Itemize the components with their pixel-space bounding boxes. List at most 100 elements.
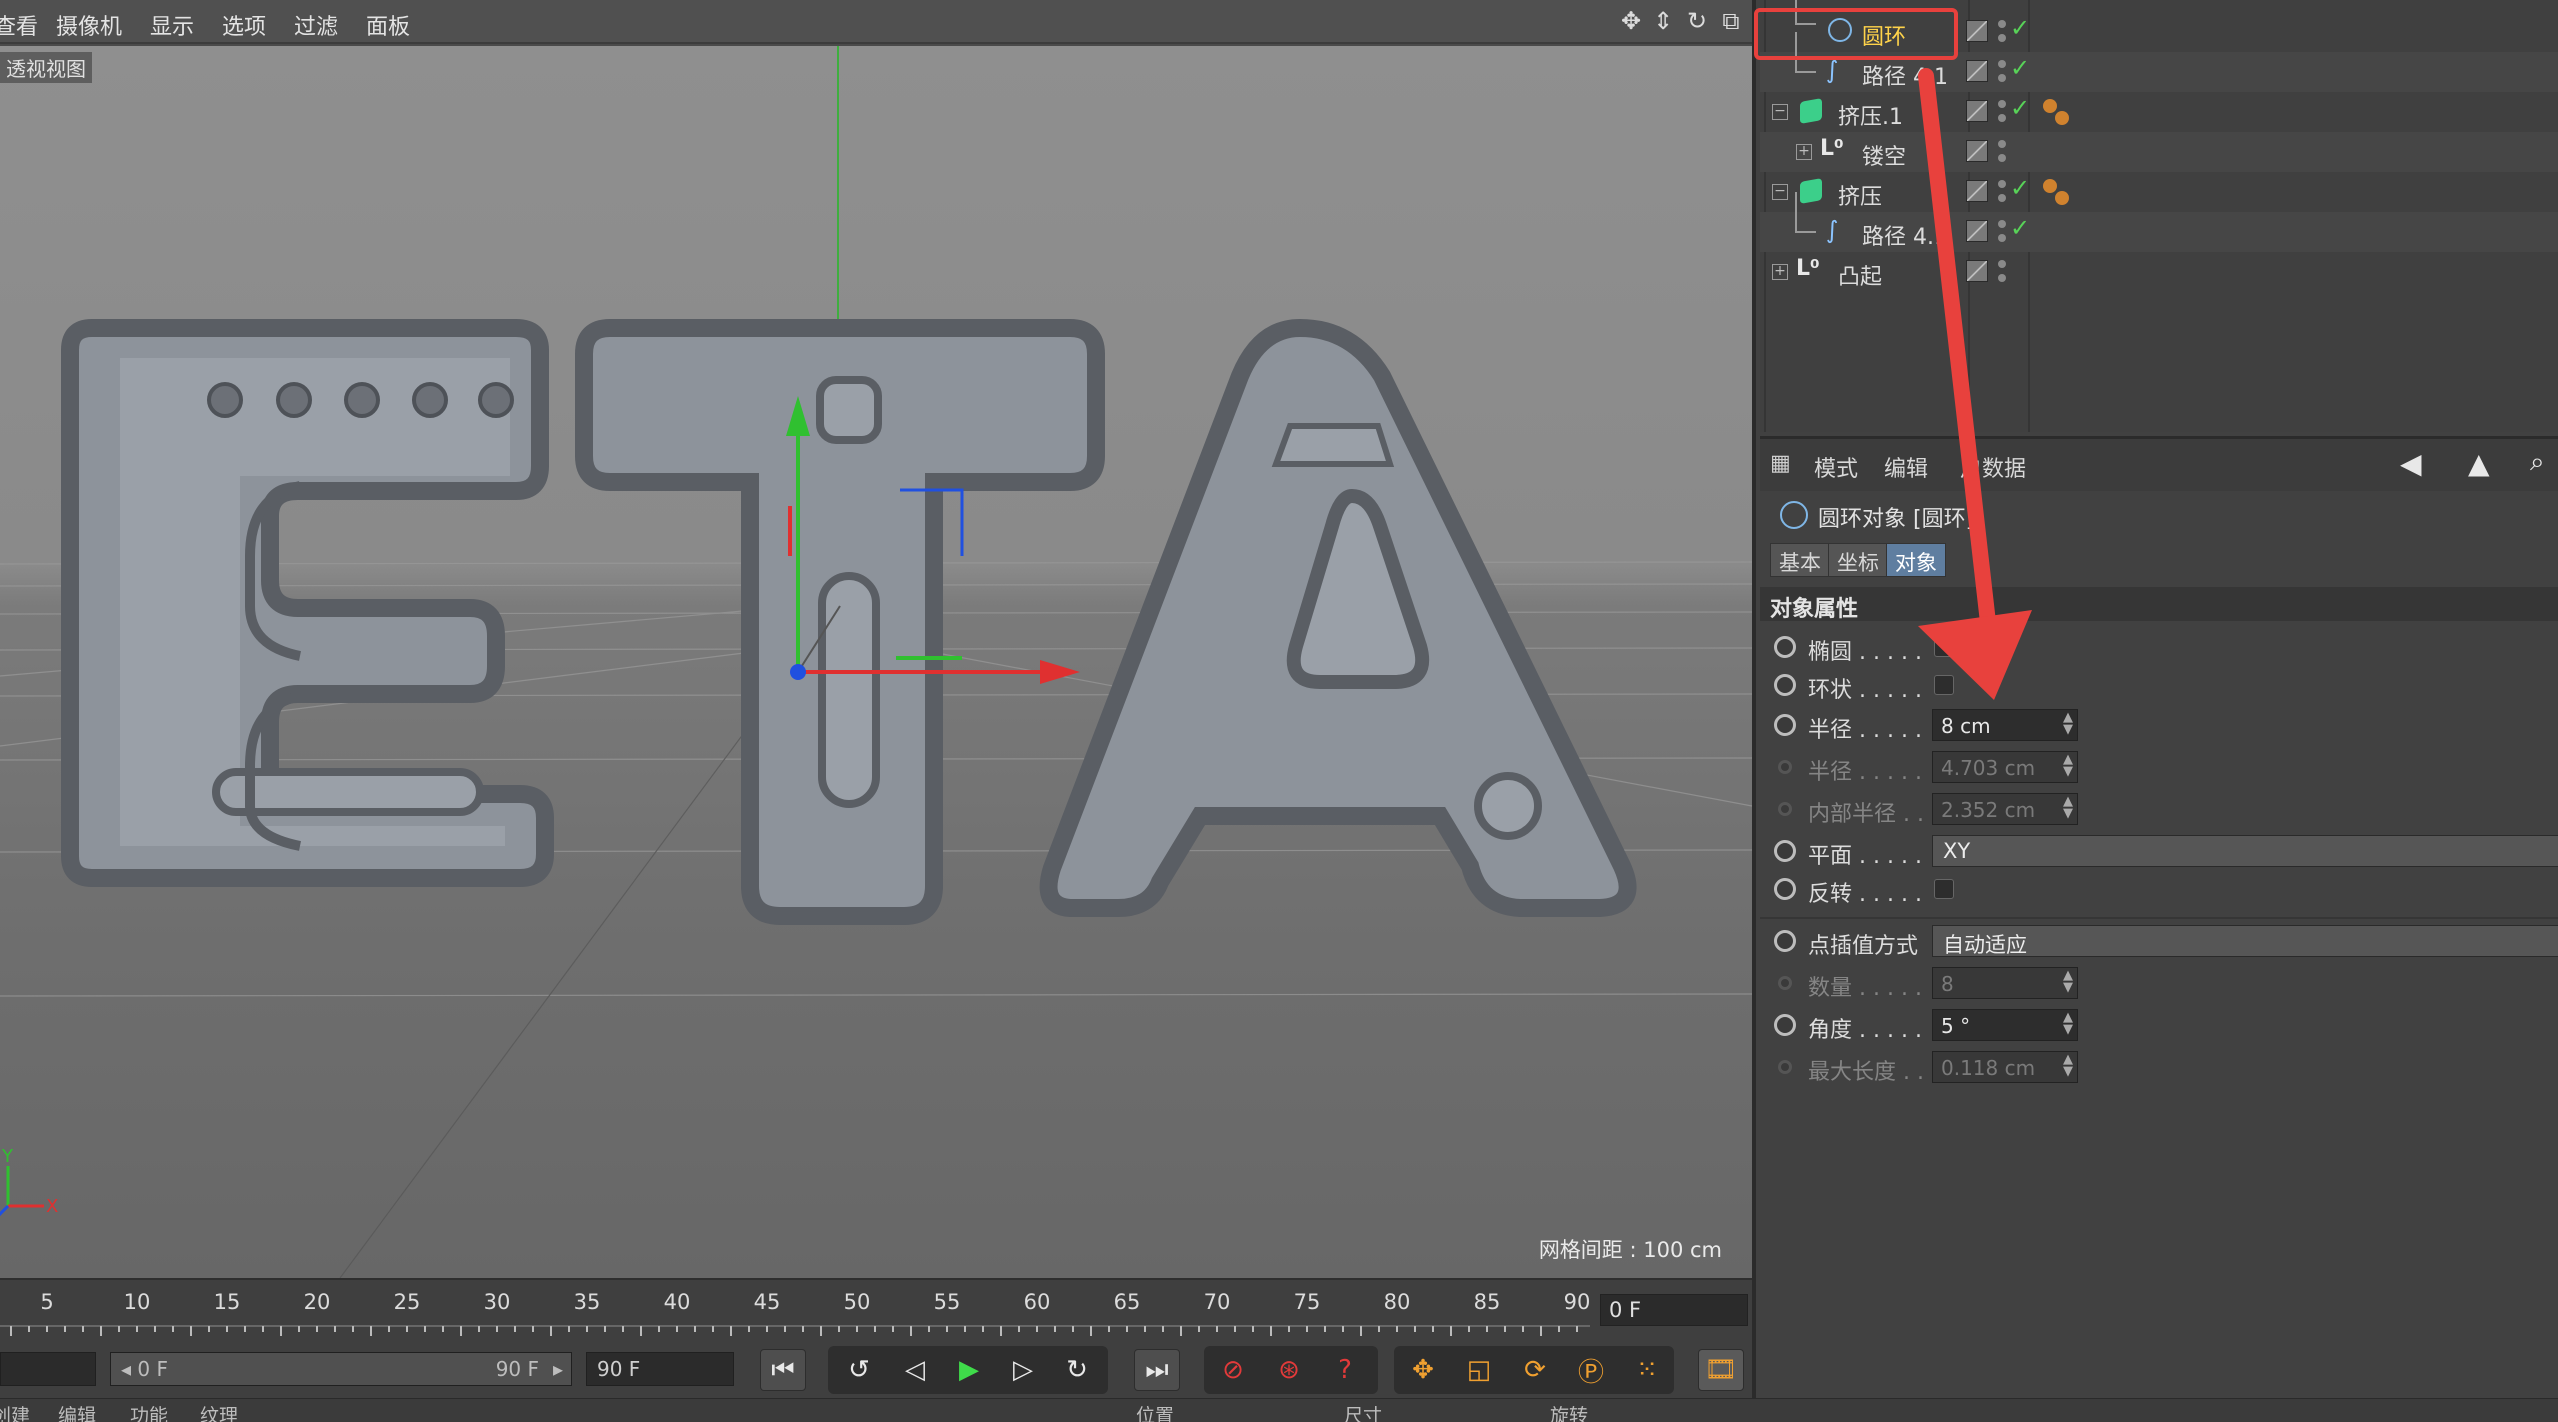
render-visibility-dot[interactable] — [1998, 114, 2006, 122]
object-name[interactable]: 挤压 — [1838, 179, 1882, 211]
animate-radio[interactable] — [1774, 674, 1796, 696]
prev-key-button[interactable]: ↺ — [836, 1349, 882, 1391]
dolly-view-icon[interactable]: ⇕ — [1650, 8, 1676, 34]
animate-radio[interactable] — [1774, 1014, 1796, 1036]
object-row-extrude[interactable]: − 挤压 ✓ — [1760, 172, 2558, 212]
bottom-menu-function[interactable]: 功能 — [130, 1401, 168, 1422]
expand-toggle-icon[interactable]: − — [1772, 184, 1788, 200]
menu-camera[interactable]: 摄像机 — [56, 9, 122, 41]
viewport-3d[interactable]: Y X 透视视图 网格间距 : 100 cm — [0, 46, 1752, 1278]
enabled-check-icon[interactable]: ✓ — [2010, 214, 2030, 242]
key-rotation-icon[interactable]: ⟳ — [1512, 1349, 1558, 1391]
editor-visibility-dot[interactable] — [1998, 60, 2006, 68]
object-row-hollow[interactable]: + L⁰ 镂空 — [1760, 132, 2558, 172]
bottom-menu-texture[interactable]: 纹理 — [200, 1401, 238, 1422]
current-frame-field[interactable]: 0 F — [1600, 1294, 1748, 1326]
prev-frame-button[interactable]: ◁ — [892, 1349, 938, 1391]
enabled-check-icon[interactable]: ✓ — [2010, 94, 2030, 122]
object-name[interactable]: 凸起 — [1838, 259, 1882, 291]
render-visibility-dot[interactable] — [1998, 194, 2006, 202]
bottom-menu-edit[interactable]: 编辑 — [58, 1401, 96, 1422]
next-key-button[interactable]: ↻ — [1054, 1349, 1100, 1391]
search-icon[interactable]: ⌕ — [2530, 447, 2545, 478]
end-frame-field[interactable]: 90 F — [586, 1352, 734, 1386]
menu-view[interactable]: 查看 — [0, 9, 38, 41]
render-visibility-dot[interactable] — [1998, 154, 2006, 162]
spinner-icon[interactable]: ▲ ▼ — [2063, 1011, 2073, 1036]
timeline[interactable]: 5 10 15 20 25 30 35 40 45 50 55 60 65 70… — [0, 1278, 1752, 1342]
tab-object[interactable]: 对象 — [1886, 543, 1946, 577]
layer-icon[interactable] — [1966, 60, 1988, 82]
tab-basic[interactable]: 基本 — [1770, 543, 1830, 577]
layer-icon[interactable] — [1966, 220, 1988, 242]
material-tag-icon[interactable] — [2040, 96, 2080, 128]
attr-menu-userdata[interactable]: 用户数据 — [1960, 451, 2026, 483]
menu-options[interactable]: 选项 — [222, 9, 266, 41]
go-to-end-button[interactable]: ⏭ — [1134, 1349, 1180, 1391]
enabled-check-icon[interactable]: ✓ — [2010, 54, 2030, 82]
enabled-check-icon[interactable]: ✓ — [2010, 14, 2030, 42]
go-to-start-button[interactable]: ⏮ — [760, 1349, 806, 1391]
layer-icon[interactable] — [1966, 180, 1988, 202]
expand-toggle-icon[interactable]: + — [1796, 144, 1812, 160]
spinner-icon[interactable]: ▲ ▼ — [2063, 711, 2073, 736]
expand-toggle-icon[interactable]: − — [1772, 104, 1788, 120]
layer-icon[interactable] — [1966, 100, 1988, 122]
key-position-icon[interactable]: ✥ — [1400, 1349, 1446, 1391]
key-scale-icon[interactable]: ◱ — [1456, 1349, 1502, 1391]
attr-menu-mode[interactable]: 模式 — [1814, 451, 1858, 483]
object-name[interactable]: 挤压.1 — [1838, 99, 1903, 131]
menu-filter[interactable]: 过滤 — [294, 9, 338, 41]
render-visibility-dot[interactable] — [1998, 34, 2006, 42]
reverse-checkbox[interactable] — [1934, 879, 1954, 899]
back-arrow-icon[interactable]: ◀ — [2400, 447, 2422, 480]
attr-menu-edit[interactable]: 编辑 — [1884, 451, 1928, 483]
radius-input[interactable]: 8 cm ▲ ▼ — [1932, 709, 2078, 741]
layer-icon[interactable] — [1966, 260, 1988, 282]
move-view-icon[interactable]: ✥ — [1618, 8, 1644, 34]
editor-visibility-dot[interactable] — [1998, 260, 2006, 268]
animate-radio[interactable] — [1774, 840, 1796, 862]
frame-range-slider[interactable]: ◂ 0 F 90 F ▸ — [110, 1352, 572, 1386]
record-key-icon[interactable]: ⊘ — [1210, 1349, 1256, 1391]
plane-dropdown[interactable]: XY — [1932, 835, 2558, 867]
start-frame-field[interactable] — [0, 1352, 96, 1386]
animate-radio[interactable] — [1774, 878, 1796, 900]
editor-visibility-dot[interactable] — [1998, 140, 2006, 148]
animate-radio[interactable] — [1774, 714, 1796, 736]
object-row-extrude-1[interactable]: − 挤压.1 ✓ — [1760, 92, 2558, 132]
object-name[interactable]: 镂空 — [1862, 139, 1906, 171]
angle-input[interactable]: 5 ° ▲ ▼ — [1932, 1009, 2078, 1041]
auto-key-icon[interactable]: ⊛ — [1266, 1349, 1312, 1391]
keyframe-help-icon[interactable]: ? — [1322, 1349, 1368, 1391]
object-name[interactable]: 路径 4.1 — [1862, 59, 1948, 91]
layer-icon[interactable] — [1966, 140, 1988, 162]
play-button[interactable]: ▶ — [946, 1349, 992, 1391]
layer-icon[interactable] — [1966, 20, 1988, 42]
editor-visibility-dot[interactable] — [1998, 100, 2006, 108]
render-visibility-dot[interactable] — [1998, 274, 2006, 282]
key-point-icon[interactable]: ⁙ — [1624, 1349, 1670, 1391]
timeline-window-icon[interactable]: 🎞 — [1698, 1349, 1744, 1391]
next-frame-button[interactable]: ▷ — [1000, 1349, 1046, 1391]
menu-display[interactable]: 显示 — [150, 9, 194, 41]
maximize-view-icon[interactable]: ⧉ — [1718, 8, 1744, 34]
editor-visibility-dot[interactable] — [1998, 180, 2006, 188]
bottom-menu-create[interactable]: 创建 — [0, 1401, 30, 1422]
ring-checkbox[interactable] — [1934, 675, 1954, 695]
ellipse-checkbox[interactable] — [1934, 637, 1954, 657]
animate-radio[interactable] — [1774, 636, 1796, 658]
object-name[interactable]: 路径 4.1 — [1862, 219, 1948, 251]
tab-coord[interactable]: 坐标 — [1828, 543, 1888, 577]
key-parameter-icon[interactable]: Ⓟ — [1568, 1349, 1614, 1391]
render-visibility-dot[interactable] — [1998, 74, 2006, 82]
expand-toggle-icon[interactable]: + — [1772, 264, 1788, 280]
animate-radio[interactable] — [1774, 930, 1796, 952]
render-visibility-dot[interactable] — [1998, 234, 2006, 242]
rotate-view-icon[interactable]: ↻ — [1684, 8, 1710, 34]
material-tag-icon[interactable] — [2040, 176, 2080, 208]
enabled-check-icon[interactable]: ✓ — [2010, 174, 2030, 202]
up-arrow-icon[interactable]: ▲ — [2468, 447, 2490, 480]
object-row-bulge[interactable]: + L⁰ 凸起 — [1760, 252, 2558, 292]
grip-icon[interactable]: ▦ — [1770, 451, 1791, 476]
